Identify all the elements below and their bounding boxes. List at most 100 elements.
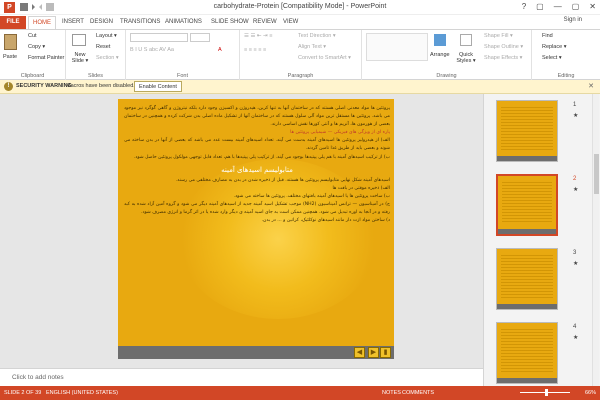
comments-toggle-button[interactable]: COMMENTS xyxy=(402,390,434,396)
minimize-icon[interactable]: — xyxy=(554,2,562,11)
slides-group-label: Slides xyxy=(88,73,103,79)
quick-styles-button[interactable]: Quick Styles ▾ xyxy=(455,52,477,64)
notes-pane[interactable]: Click to add notes xyxy=(0,368,483,386)
security-warning-bar: ! SECURITY WARNING Macros have been disa… xyxy=(0,80,600,94)
tab-file[interactable]: FILE xyxy=(0,16,26,29)
thumbnail-scrollbar[interactable] xyxy=(592,94,599,386)
security-warning-title: SECURITY WARNING xyxy=(16,83,72,89)
window-controls: ? ▢ — ▢ ✕ xyxy=(522,2,596,11)
thumbnail-number: 4 xyxy=(573,324,577,330)
tab-transitions[interactable]: TRANSITIONS xyxy=(116,16,164,29)
enable-content-button[interactable]: Enable Content xyxy=(134,81,182,92)
list-buttons[interactable]: ☰ ☰ ⇤ ⇥ ≡ xyxy=(244,33,272,39)
convert-smartart-button[interactable]: Convert to SmartArt ▾ xyxy=(298,55,351,61)
new-slide-icon[interactable] xyxy=(72,34,86,46)
language-indicator[interactable]: ENGLISH (UNITED STATES) xyxy=(46,390,118,396)
window-title: carbohydrate-Protein [Compatibility Mode… xyxy=(213,3,387,10)
warning-icon: ! xyxy=(4,82,13,91)
tab-animations[interactable]: ANIMATIONS xyxy=(161,16,206,29)
find-button[interactable]: Find xyxy=(542,33,553,39)
ribbon-tabs: FILE HOME INSERT DESIGN TRANSITIONS ANIM… xyxy=(0,15,600,29)
close-icon[interactable]: ✕ xyxy=(588,82,594,90)
arrange-button[interactable]: Arrange xyxy=(430,52,450,58)
slide-text-body[interactable]: پروتئین ها مواد معدنی اصلی هستند که در س… xyxy=(124,105,390,225)
slide-thumbnail-1[interactable] xyxy=(496,100,558,162)
tab-home[interactable]: HOME xyxy=(28,16,56,29)
tab-insert[interactable]: INSERT xyxy=(58,16,88,29)
align-buttons[interactable]: ≡ ≡ ≡ ≡ ≡ xyxy=(244,47,266,53)
zoom-level[interactable]: 66% xyxy=(585,390,596,396)
slide-thumbnail-3[interactable] xyxy=(496,248,558,310)
section-button[interactable]: Section ▾ xyxy=(96,55,119,61)
scrollbar-thumb[interactable] xyxy=(594,154,599,194)
paragraph-group: ☰ ☰ ⇤ ⇥ ≡ ≡ ≡ ≡ ≡ ≡ Text Direction ▾ Ali… xyxy=(240,30,362,80)
slide-thumbnails-panel: 1 ★ 2 ★ 3 ★ 4 ★ xyxy=(483,94,600,386)
font-group: B I U S abc AV Aa A Font xyxy=(126,30,240,80)
next-slide-icon[interactable]: ▶ xyxy=(368,347,379,358)
shapes-gallery[interactable] xyxy=(366,33,428,61)
tab-slide-show[interactable]: SLIDE SHOW xyxy=(207,16,253,29)
ribbon: Paste Cut Copy ▾ Format Painter Clipboar… xyxy=(0,29,600,80)
reset-button[interactable]: Reset xyxy=(96,44,110,50)
thumbnail-number: 3 xyxy=(573,250,577,256)
sign-in-link[interactable]: Sign in xyxy=(564,17,582,23)
cut-button[interactable]: Cut xyxy=(28,33,37,39)
format-painter-button[interactable]: Format Painter xyxy=(28,55,64,61)
slide-paragraph: پروتئین ها مواد معدنی اصلی هستند که در س… xyxy=(124,106,390,128)
slide-paragraph: اسیدهای آمینه شکل نهایی متابولیسم پروتئی… xyxy=(175,177,390,183)
tab-view[interactable]: VIEW xyxy=(279,16,302,29)
paste-button[interactable]: Paste xyxy=(3,54,17,60)
home-slide-icon[interactable]: ▮ xyxy=(380,347,391,358)
layout-button[interactable]: Layout ▾ xyxy=(96,33,117,39)
paragraph-group-label: Paragraph xyxy=(287,73,314,79)
replace-button[interactable]: Replace ▾ xyxy=(542,44,566,50)
animation-star-icon: ★ xyxy=(573,113,579,119)
animation-star-icon: ★ xyxy=(573,261,579,267)
slide-paragraph: الف) ذخیره موقتی در بافت ها xyxy=(332,185,390,191)
shape-effects-button[interactable]: Shape Effects ▾ xyxy=(484,55,522,61)
animation-star-icon: ★ xyxy=(573,335,579,341)
zoom-slider-handle[interactable] xyxy=(545,389,548,396)
clipboard-group-label: Clipboard xyxy=(20,73,45,79)
font-format-buttons[interactable]: B I U S abc AV Aa xyxy=(130,47,174,53)
ribbon-display-options-icon[interactable]: ▢ xyxy=(536,2,544,11)
text-direction-button[interactable]: Text Direction ▾ xyxy=(298,33,336,39)
font-size-box[interactable] xyxy=(190,33,210,42)
paste-icon[interactable] xyxy=(4,34,17,50)
maximize-icon[interactable]: ▢ xyxy=(572,2,580,11)
animation-star-icon: ★ xyxy=(573,187,579,193)
notes-toggle-button[interactable]: NOTES xyxy=(382,390,401,396)
quick-styles-icon[interactable] xyxy=(460,34,472,46)
close-icon[interactable]: ✕ xyxy=(589,2,596,11)
font-name-box[interactable] xyxy=(130,33,188,42)
slide-paragraph: ب) از ترکیب اسیدهای آمینه با هم پلی پپتی… xyxy=(133,154,390,160)
select-button[interactable]: Select ▾ xyxy=(542,55,562,61)
status-bar: SLIDE 2 OF 39 ENGLISH (UNITED STATES) NO… xyxy=(0,386,600,400)
slide-paragraph: ب) ساخت پروتئین ها یا اسیدهای آمینه بافت… xyxy=(233,193,390,199)
previous-slide-icon[interactable]: ◀ xyxy=(354,347,365,358)
shape-fill-button[interactable]: Shape Fill ▾ xyxy=(484,33,513,39)
drawing-group-label: Drawing xyxy=(436,73,457,79)
thumbnail-number: 2 xyxy=(573,176,577,182)
arrange-icon[interactable] xyxy=(434,34,446,46)
thumbnail-number: 1 xyxy=(573,102,577,108)
slide-thumbnail-2[interactable] xyxy=(496,174,558,236)
slide-thumbnail-4[interactable] xyxy=(496,322,558,384)
copy-button[interactable]: Copy ▾ xyxy=(28,44,45,50)
tab-design[interactable]: DESIGN xyxy=(86,16,117,29)
security-warning-message: Macros have been disabled. xyxy=(66,83,135,89)
slide-canvas[interactable]: پروتئین ها مواد معدنی اصلی هستند که در س… xyxy=(118,99,394,359)
slide-subtitle: پاره ای از ویژگی های فیزیکی — شیمیایی پر… xyxy=(290,130,390,136)
font-color-button[interactable]: A xyxy=(218,47,222,53)
editing-group: Find Replace ▾ Select ▾ Editing xyxy=(532,30,600,80)
slide-paragraph: ج) در آمیناسیون — ترانس آمیناسیون (NH2) … xyxy=(124,202,390,216)
tab-review[interactable]: REVIEW xyxy=(249,16,281,29)
slide-paragraph: د) ساختن مواد ازت دار مانند اسیدهای نوکل… xyxy=(261,218,390,224)
new-slide-button[interactable]: New Slide ▾ xyxy=(68,52,92,64)
align-text-button[interactable]: Align Text ▾ xyxy=(298,44,326,50)
shape-outline-button[interactable]: Shape Outline ▾ xyxy=(484,44,523,50)
notes-placeholder: Click to add notes xyxy=(12,374,64,381)
help-icon[interactable]: ? xyxy=(522,2,526,11)
slide-footer-bar xyxy=(118,346,394,359)
drawing-group: Arrange Quick Styles ▾ Shape Fill ▾ Shap… xyxy=(362,30,532,80)
